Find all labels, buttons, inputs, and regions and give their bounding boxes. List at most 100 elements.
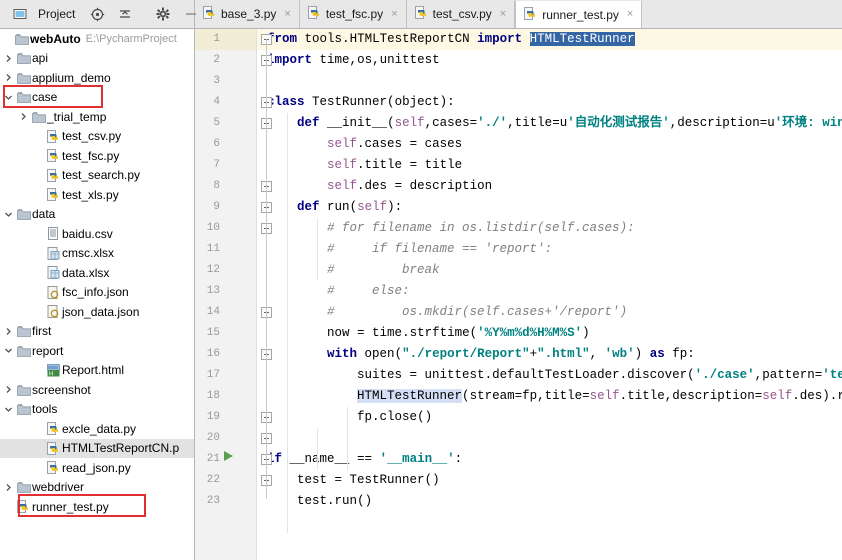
tree-folder-item[interactable]: case <box>0 88 194 108</box>
tree-twisty[interactable] <box>2 385 15 394</box>
project-root-path: E:\PycharmProject <box>85 32 177 45</box>
code-line[interactable]: def run(self): <box>257 197 842 218</box>
run-gutter-icon[interactable] <box>221 449 235 470</box>
folder-icon <box>15 384 32 396</box>
code-line[interactable]: # else: <box>257 281 842 302</box>
code-line[interactable]: # os.mkdir(self.cases+'/report') <box>257 302 842 323</box>
code-line[interactable]: with open("./report/Report"+".html", 'wb… <box>257 344 842 365</box>
code-line[interactable]: import time,os,unittest <box>257 50 842 71</box>
project-tree-root[interactable]: webAuto E:\PycharmProject <box>0 29 194 49</box>
tree-file-item[interactable]: fsc_info.json <box>0 283 194 303</box>
tree-folder-item[interactable]: screenshot <box>0 380 194 400</box>
hide-panel-icon[interactable] <box>177 3 205 25</box>
editor-tab[interactable]: test_fsc.py × <box>299 0 407 28</box>
tree-folder-item[interactable]: applium_demo <box>0 68 194 88</box>
tree-file-item[interactable]: json_data.json <box>0 302 194 322</box>
code-line[interactable]: self.cases = cases <box>257 134 842 155</box>
tree-folder-item[interactable]: api <box>0 49 194 69</box>
tree-folder-item[interactable]: first <box>0 322 194 342</box>
editor-tab[interactable]: runner_test.py × <box>515 1 643 28</box>
line-number: 6 <box>213 138 220 150</box>
line-number: 4 <box>213 96 220 108</box>
tree-item-label: screenshot <box>32 382 91 397</box>
tree-twisty[interactable] <box>2 73 15 82</box>
folder-icon <box>15 72 32 84</box>
close-icon[interactable]: × <box>282 8 292 20</box>
code-line[interactable]: class TestRunner(object): <box>257 92 842 113</box>
tree-folder-item[interactable]: report <box>0 341 194 361</box>
settings-gear-icon[interactable] <box>149 3 177 25</box>
editor-tab[interactable]: test_csv.py × <box>406 0 516 28</box>
locate-target-icon[interactable] <box>83 3 111 25</box>
tree-item-label: case <box>32 90 58 105</box>
tree-twisty[interactable] <box>2 54 15 63</box>
code-line[interactable]: self.des = description <box>257 176 842 197</box>
tree-twisty[interactable] <box>2 210 15 219</box>
line-number: 19 <box>206 411 220 423</box>
tree-folder-item[interactable]: webdriver <box>0 478 194 498</box>
project-tree[interactable]: webAuto E:\PycharmProject api applium_democ… <box>0 29 195 560</box>
line-number: 11 <box>206 243 220 255</box>
close-icon[interactable]: × <box>625 9 635 20</box>
code-line[interactable]: now = time.strftime('%Y%m%d%H%M%S') <box>257 323 842 344</box>
code-line[interactable]: if __name__ == '__main__': <box>257 449 842 470</box>
code-line[interactable]: def __init__(self,cases='./',title=u'自动化… <box>257 113 842 134</box>
code-line[interactable]: test = TestRunner() <box>257 470 842 491</box>
code-line[interactable] <box>257 428 842 449</box>
tree-twisty[interactable] <box>2 483 15 492</box>
tree-twisty[interactable] <box>2 327 15 336</box>
tree-file-item[interactable]: data.xlsx <box>0 263 194 283</box>
code-line[interactable]: self.title = title <box>257 155 842 176</box>
tree-twisty[interactable] <box>2 346 15 355</box>
code-line[interactable]: # for filename in os.listdir(self.cases)… <box>257 218 842 239</box>
code-line[interactable]: from tools.HTMLTestReportCN import HTMLT… <box>257 29 842 50</box>
tree-file-item[interactable]: cmsc.xlsx <box>0 244 194 264</box>
tree-item-label: runner_test.py <box>32 499 109 514</box>
tree-folder-item[interactable]: _trial_temp <box>0 107 194 127</box>
code-line[interactable]: HTMLTestRunner(stream=fp,title=self.titl… <box>257 386 842 407</box>
project-tool-window-header: Project <box>0 0 197 29</box>
tree-item-label: report <box>32 343 64 358</box>
editor-gutter[interactable]: 1 2 3 4 5 6 7 8 9 10 11 12 13 14 15 16 17 18 19 20 21 22 23 <box>195 29 257 560</box>
tree-file-item[interactable]: excle_data.py <box>0 419 194 439</box>
code-editor[interactable]: 1 2 3 4 5 6 7 8 9 10 11 12 13 14 15 16 17 18 19 20 21 22 23 fr… <box>195 29 842 560</box>
tree-file-item[interactable]: test_search.py <box>0 166 194 186</box>
tree-file-item[interactable]: baidu.csv <box>0 224 194 244</box>
tree-file-item[interactable]: read_json.py <box>0 458 194 478</box>
code-line[interactable]: test.run() <box>257 491 842 512</box>
xlsx-file-icon <box>45 246 62 260</box>
tree-file-item[interactable]: H Report.html <box>0 361 194 381</box>
xlsx-file-icon <box>45 266 62 280</box>
tree-item-label: _trial_temp <box>47 109 107 124</box>
tree-twisty[interactable] <box>2 405 15 414</box>
csv-file-icon <box>45 227 62 241</box>
editor-tab-bar: base_3.py × test_fsc.py × test_csv.py × runner… <box>195 0 842 29</box>
code-line[interactable] <box>257 71 842 92</box>
tree-file-item[interactable]: test_xls.py <box>0 185 194 205</box>
code-line[interactable]: # if filename == 'report': <box>257 239 842 260</box>
tree-file-item[interactable]: runner_test.py <box>0 497 194 517</box>
json-file-icon <box>45 305 62 319</box>
code-line[interactable]: fp.close() <box>257 407 842 428</box>
folder-icon <box>15 52 32 65</box>
code-content-area[interactable]: from tools.HTMLTestReportCN import HTMLT… <box>257 29 842 560</box>
tree-file-item[interactable]: test_csv.py <box>0 127 194 147</box>
tree-twisty[interactable] <box>2 93 15 102</box>
collapse-all-icon[interactable] <box>111 3 139 25</box>
code-line[interactable]: # break <box>257 260 842 281</box>
line-number: 5 <box>213 117 220 129</box>
tree-file-item[interactable]: HTMLTestReportCN.p <box>0 438 194 458</box>
tree-item-label: data <box>32 207 56 222</box>
tree-item-label: excle_data.py <box>62 421 137 436</box>
editor-tab[interactable]: base_3.py × <box>195 0 300 28</box>
tree-folder-item[interactable]: data <box>0 205 194 225</box>
editor-tab-label: runner_test.py <box>542 7 619 22</box>
code-line[interactable]: suites = unittest.defaultTestLoader.disc… <box>257 365 842 386</box>
line-number: 7 <box>213 159 220 171</box>
tree-folder-item[interactable]: tools <box>0 400 194 420</box>
tree-file-item[interactable]: test_fsc.py <box>0 146 194 166</box>
project-view-icon[interactable] <box>6 3 34 25</box>
close-icon[interactable]: × <box>389 8 399 20</box>
close-icon[interactable]: × <box>498 8 508 20</box>
tree-twisty[interactable] <box>17 112 30 121</box>
